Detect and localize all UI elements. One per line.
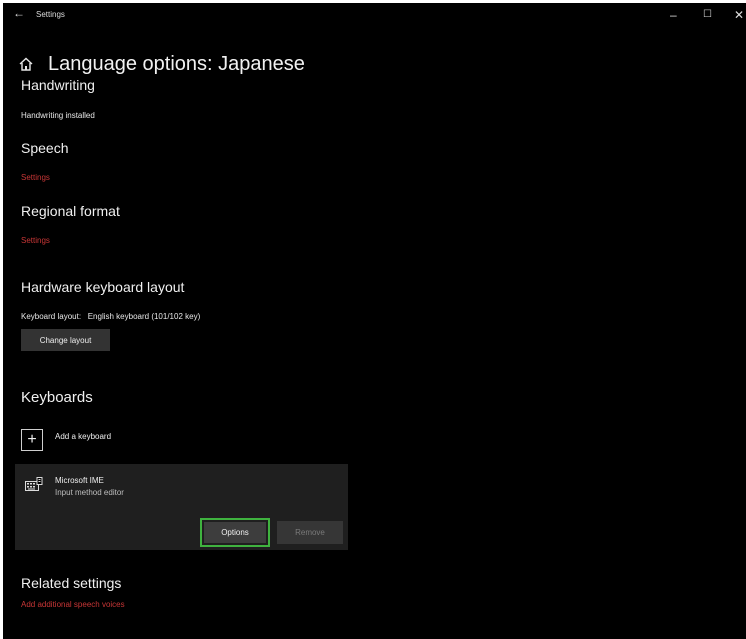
add-keyboard-label: Add a keyboard (55, 432, 112, 441)
speech-settings-link[interactable]: Settings (21, 173, 50, 182)
home-icon[interactable] (18, 56, 34, 72)
app-title: Settings (36, 10, 65, 19)
options-button-label: Options (204, 522, 266, 543)
additional-speech-voices-link[interactable]: Add additional speech voices (21, 600, 125, 609)
keyboards-heading: Keyboards (21, 389, 93, 406)
options-button[interactable]: Options (200, 518, 270, 547)
keyboard-item-microsoft-ime[interactable]: Microsoft IME Input method editor Option… (15, 464, 348, 550)
regional-format-settings-link[interactable]: Settings (21, 236, 50, 245)
handwriting-status: Handwriting installed (21, 111, 95, 120)
hardware-keyboard-heading: Hardware keyboard layout (21, 279, 185, 295)
page-title: Language options: Japanese (48, 52, 305, 75)
keyboard-icon (25, 477, 43, 493)
keyboard-layout-label: Keyboard layout: (21, 312, 82, 321)
related-settings-heading: Related settings (21, 575, 122, 591)
settings-window: ← Settings – ☐ ✕ Language options: Japan… (3, 3, 746, 639)
regional-format-heading: Regional format (21, 203, 120, 219)
handwriting-heading: Handwriting (21, 77, 95, 93)
keyboard-layout-value: English keyboard (101/102 key) (87, 312, 201, 321)
keyboard-layout-row: Keyboard layout: English keyboard (101/1… (21, 312, 200, 321)
keyboard-name: Microsoft IME (55, 476, 104, 485)
add-keyboard-button[interactable]: + Add a keyboard (21, 429, 111, 451)
back-arrow-icon[interactable]: ← (13, 6, 25, 20)
close-button[interactable]: ✕ (734, 8, 744, 22)
minimize-button[interactable]: – (670, 8, 677, 22)
remove-button: Remove (277, 521, 343, 544)
plus-icon: + (21, 429, 43, 451)
change-layout-button[interactable]: Change layout (21, 329, 110, 351)
maximize-button[interactable]: ☐ (703, 9, 712, 20)
page-header: Language options: Japanese (18, 49, 305, 79)
speech-heading: Speech (21, 140, 69, 156)
title-bar: ← Settings – ☐ ✕ (3, 3, 746, 29)
keyboard-description: Input method editor (55, 488, 124, 497)
